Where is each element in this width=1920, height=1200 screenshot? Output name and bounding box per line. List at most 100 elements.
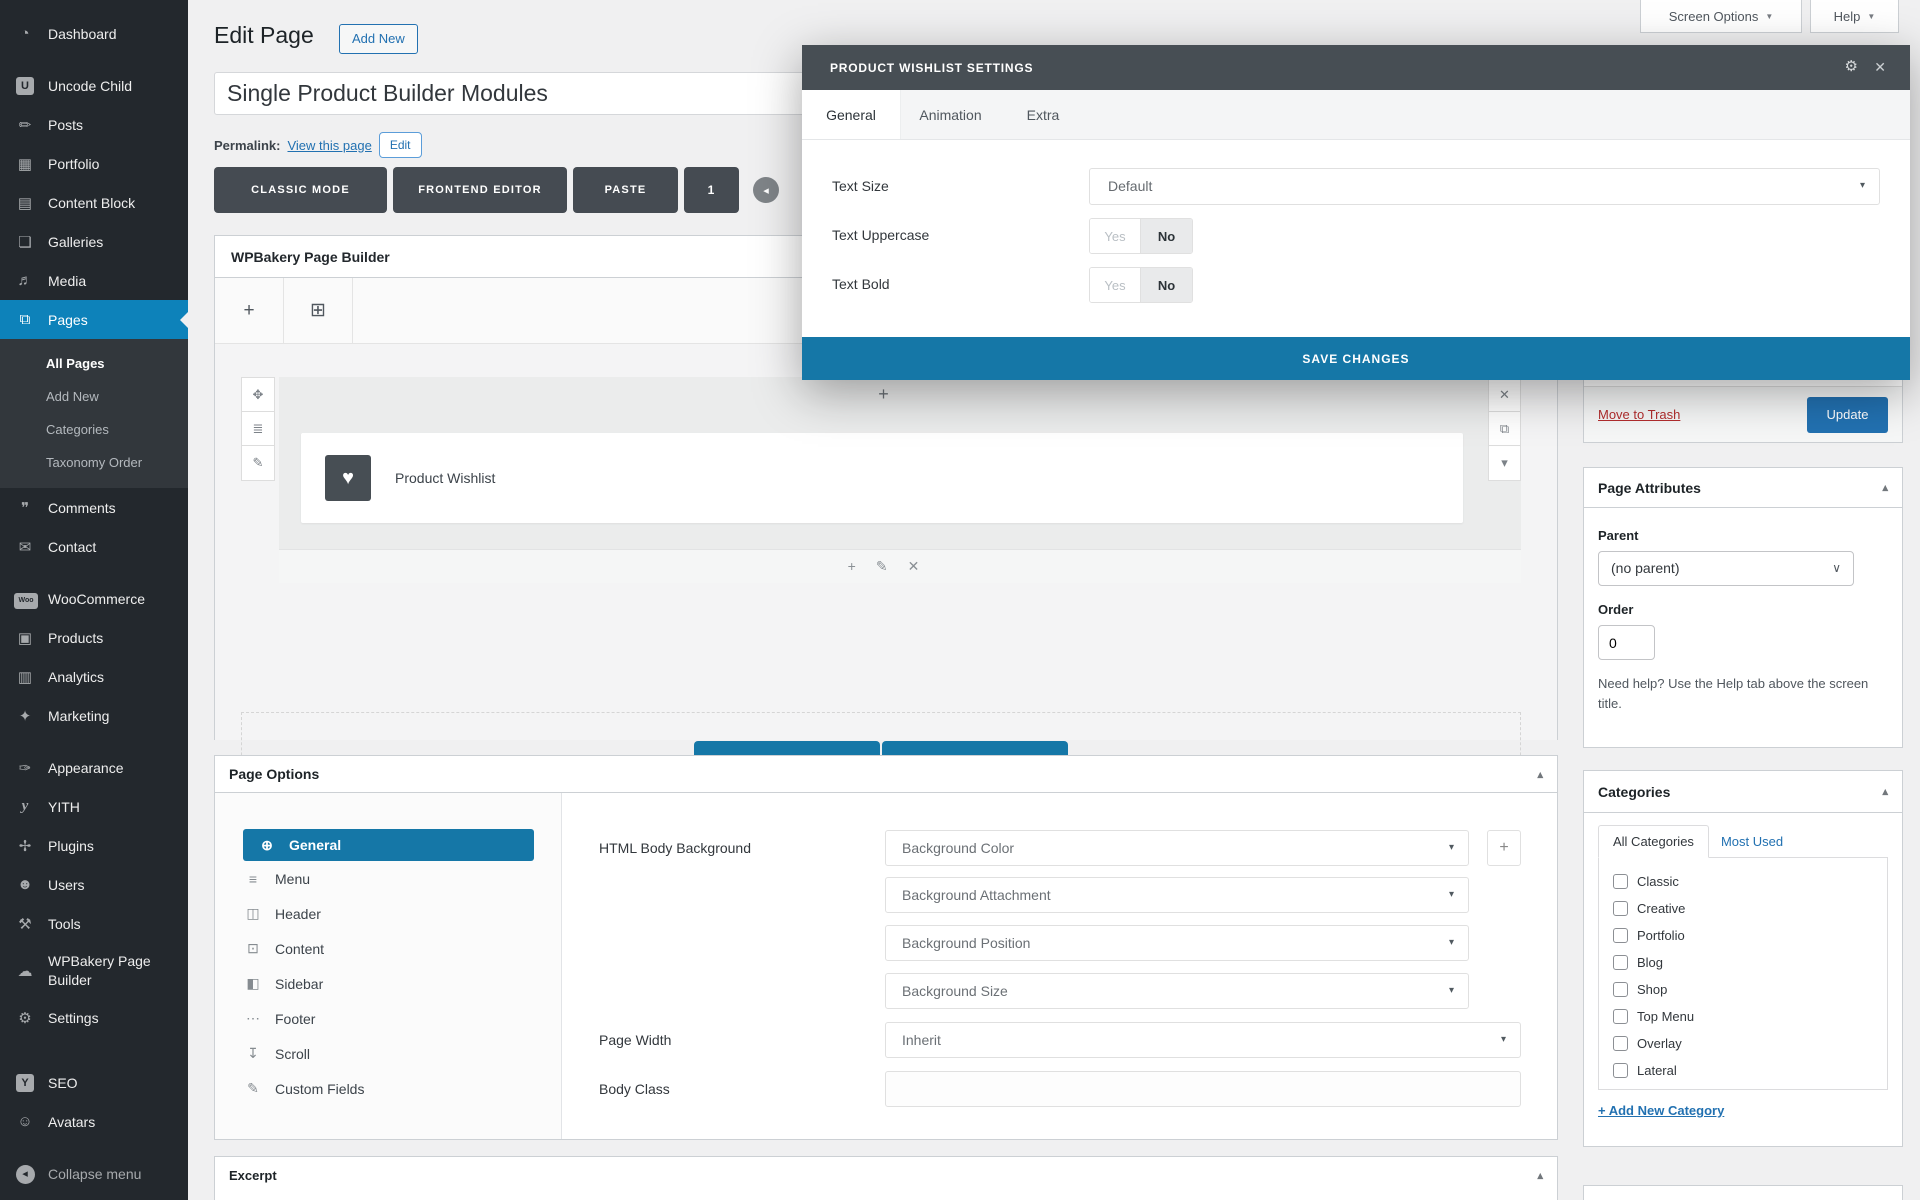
checkbox-icon[interactable] [1613,982,1628,997]
category-checkbox-lateral[interactable]: Lateral [1603,1057,1883,1084]
row-toggle-button[interactable]: ▾ [1489,446,1520,480]
text-bold-no-option[interactable]: No [1141,268,1192,302]
add-element-icon-button[interactable]: + [215,278,284,343]
column-delete-button[interactable]: ✕ [908,558,920,575]
close-icon[interactable]: ✕ [1874,60,1886,74]
checkbox-icon[interactable] [1613,955,1628,970]
product-wishlist-element[interactable]: ♥ Product Wishlist [301,433,1463,523]
save-changes-button[interactable]: SAVE CHANGES [802,337,1910,380]
sidebar-item-avatars[interactable]: ☺ Avatars [0,1102,188,1141]
view-this-page-link[interactable]: View this page [287,138,371,153]
add-background-button[interactable]: + [1487,830,1521,866]
sidebar-item-analytics[interactable]: ▥ Analytics [0,657,188,696]
sidebar-item-plugins[interactable]: ✢ Plugins [0,826,188,865]
tab-custom-fields[interactable]: ✎ Custom Fields [215,1071,561,1106]
text-size-select[interactable]: Default ▾ [1089,168,1880,205]
sidebar-item-settings[interactable]: ⚙ Settings [0,998,188,1037]
sidebar-item-collapse-menu[interactable]: ◂ Collapse menu [0,1154,188,1193]
row-layout-button[interactable]: ≣ [242,412,274,446]
submenu-taxonomy-order[interactable]: Taxonomy Order [0,446,188,479]
text-uppercase-yes-option[interactable]: Yes [1090,219,1141,253]
body-class-input[interactable] [885,1071,1521,1107]
category-checkbox-shop[interactable]: Shop [1603,976,1883,1003]
modal-tab-extra[interactable]: Extra [1000,90,1086,139]
paste-button[interactable]: PASTE [573,167,678,213]
sidebar-item-products[interactable]: ▣ Products [0,618,188,657]
category-checkbox-overlay[interactable]: Overlay [1603,1030,1883,1057]
excerpt-header[interactable]: Excerpt ▴ [215,1157,1557,1194]
category-checkbox-blog[interactable]: Blog [1603,949,1883,976]
tab-menu[interactable]: ≡ Menu [215,861,561,896]
sidebar-item-users[interactable]: ☻ Users [0,865,188,904]
sidebar-item-appearance[interactable]: ✑ Appearance [0,748,188,787]
column-edit-button[interactable]: ✎ [876,558,888,575]
screen-options-button[interactable]: Screen Options ▼ [1640,0,1802,33]
sidebar-item-dashboard[interactable]: ◔ Dashboard [0,14,188,53]
sidebar-item-media[interactable]: ♬ Media [0,261,188,300]
sidebar-item-uncode-child[interactable]: U Uncode Child [0,66,188,105]
update-button[interactable]: Update [1807,396,1888,433]
sidebar-item-tools[interactable]: ⚒ Tools [0,904,188,943]
revision-count-button[interactable]: 1 [684,167,739,213]
category-checkbox-top-menu[interactable]: Top Menu [1603,1003,1883,1030]
order-input[interactable] [1598,625,1655,660]
row-delete-button[interactable]: ✕ [1489,378,1520,412]
text-bold-yes-option[interactable]: Yes [1090,268,1141,302]
move-to-trash-link[interactable]: Move to Trash [1598,407,1680,422]
tab-all-categories[interactable]: All Categories [1598,825,1709,858]
collapse-toolbar-button[interactable]: ◂ [753,177,779,203]
modal-tab-general[interactable]: General [802,90,901,139]
background-size-select[interactable]: Background Size ▾ [885,973,1469,1009]
featured-image-header[interactable]: Featured image ▴ [1584,1186,1902,1200]
parent-select[interactable]: (no parent) ∨ [1598,551,1854,586]
checkbox-icon[interactable] [1613,1063,1628,1078]
add-new-category-link[interactable]: + Add New Category [1598,1103,1724,1118]
sidebar-item-woocommerce[interactable]: Woo WooCommerce [0,579,188,618]
tab-scroll[interactable]: ↧ Scroll [215,1036,561,1071]
tab-content[interactable]: ⊡ Content [215,931,561,966]
tab-header[interactable]: ◫ Header [215,896,561,931]
sidebar-item-seo[interactable]: Y SEO [0,1063,188,1102]
row-add-element-button[interactable]: + [878,384,889,405]
tab-most-used[interactable]: Most Used [1721,825,1783,858]
checkbox-icon[interactable] [1613,928,1628,943]
sidebar-item-wpbakery[interactable]: ☁ WPBakery Page Builder [0,943,188,998]
collapse-panel-icon[interactable]: ▴ [1537,1169,1543,1182]
category-checkbox-portfolio[interactable]: Portfolio [1603,922,1883,949]
frontend-editor-button[interactable]: FRONTEND EDITOR [393,167,567,213]
checkbox-icon[interactable] [1613,1036,1628,1051]
edit-permalink-button[interactable]: Edit [378,132,422,158]
submenu-add-new[interactable]: Add New [0,380,188,413]
modal-tab-animation[interactable]: Animation [901,90,1000,139]
templates-icon-button[interactable]: ⊞ [284,278,353,343]
sidebar-item-pages[interactable]: ⧉ Pages [0,300,188,339]
sidebar-item-content-block[interactable]: ▤ Content Block [0,183,188,222]
category-checkbox-creative[interactable]: Creative [1603,895,1883,922]
tab-sidebar[interactable]: ◧ Sidebar [215,966,561,1001]
background-position-select[interactable]: Background Position ▾ [885,925,1469,961]
checkbox-icon[interactable] [1613,874,1628,889]
submenu-categories[interactable]: Categories [0,413,188,446]
sidebar-item-posts[interactable]: ✏ Posts [0,105,188,144]
sidebar-item-galleries[interactable]: ❏ Galleries [0,222,188,261]
submenu-all-pages[interactable]: All Pages [0,347,188,380]
row-edit-button[interactable]: ✎ [242,446,274,480]
sidebar-item-yith[interactable]: y YITH [0,787,188,826]
checkbox-icon[interactable] [1613,901,1628,916]
background-attachment-select[interactable]: Background Attachment ▾ [885,877,1469,913]
text-uppercase-no-option[interactable]: No [1141,219,1192,253]
row-clone-button[interactable]: ⧉ [1489,412,1520,446]
background-color-select[interactable]: Background Color ▾ [885,830,1469,866]
row-drag-handle[interactable]: ✥ [242,378,274,412]
tab-footer[interactable]: ⋯ Footer [215,1001,561,1036]
categories-header[interactable]: Categories ▴ [1584,771,1902,813]
help-button[interactable]: Help ▼ [1810,0,1899,33]
add-new-button[interactable]: Add New [339,24,418,54]
gear-icon[interactable]: ⚙ [1845,59,1858,74]
column-add-button[interactable]: + [848,558,856,574]
sidebar-item-comments[interactable]: ❞ Comments [0,488,188,527]
checkbox-icon[interactable] [1613,1009,1628,1024]
classic-mode-button[interactable]: CLASSIC MODE [214,167,387,213]
collapse-panel-icon[interactable]: ▴ [1882,481,1888,494]
tab-general[interactable]: ⊕ General [243,829,534,861]
